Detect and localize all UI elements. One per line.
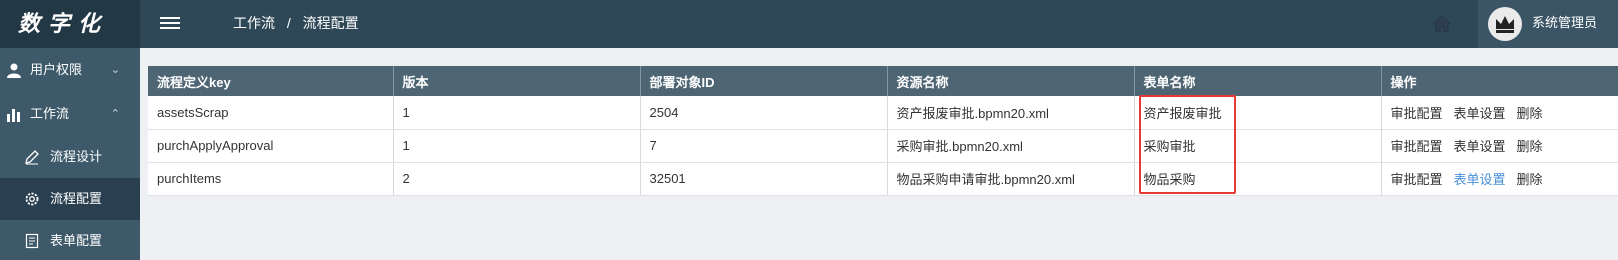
top-bar: 数字化 工作流 / 流程配置 系统管理员 [0, 0, 1618, 48]
pen-icon [25, 150, 39, 165]
avatar [1488, 7, 1522, 41]
column-header-form: 表单名称 [1134, 66, 1382, 96]
cell-key: purchItems [148, 162, 394, 196]
cell-version: 1 [393, 129, 641, 163]
gear-icon [25, 192, 39, 206]
form-settings-link[interactable]: 表单设置 [1454, 172, 1506, 187]
cell-deploy-id: 2504 [640, 96, 888, 130]
column-header-deploy-id: 部署对象ID [640, 66, 888, 96]
sidebar-item-label: 表单配置 [50, 233, 103, 248]
cell-deploy-id: 32501 [640, 162, 888, 196]
bar-chart-icon [7, 109, 20, 122]
chevron-down-icon: ⌄ [110, 64, 120, 76]
form-settings-link[interactable]: 表单设置 [1454, 139, 1506, 154]
breadcrumb-item-current: 流程配置 [302, 15, 359, 31]
cell-form: 资产报废审批 [1134, 96, 1382, 130]
table-row: purchApplyApproval 1 7 采购审批.bpmn20.xml 采… [148, 129, 1618, 163]
cell-version: 1 [393, 96, 641, 130]
table-header-row: 流程定义key 版本 部署对象ID 资源名称 表单名称 操作 [148, 66, 1618, 96]
sidebar-item-label: 用户权限 [30, 62, 83, 77]
main-content: 流程定义key 版本 部署对象ID 资源名称 表单名称 操作 assetsScr… [140, 48, 1618, 260]
process-table-container: 流程定义key 版本 部署对象ID 资源名称 表单名称 操作 assetsScr… [148, 66, 1618, 196]
cell-version: 2 [393, 162, 641, 196]
delete-link[interactable]: 删除 [1517, 106, 1543, 121]
app-logo: 数字化 [0, 0, 140, 48]
user-name: 系统管理员 [1532, 15, 1598, 30]
sidebar-item-label: 工作流 [30, 106, 70, 121]
delete-link[interactable]: 删除 [1517, 139, 1543, 154]
cell-actions: 审批配置 表单设置 删除 [1381, 162, 1618, 196]
sidebar-item-user-permissions[interactable]: 用户权限 ⌄ [0, 48, 140, 92]
cell-resource: 物品采购申请审批.bpmn20.xml [887, 162, 1135, 196]
sidebar-item-label: 流程配置 [50, 191, 103, 206]
breadcrumb-separator: / [286, 15, 291, 31]
sidebar-item-form-config[interactable]: 表单配置 [0, 220, 140, 260]
approval-config-link[interactable]: 审批配置 [1391, 172, 1443, 187]
document-icon [25, 233, 39, 249]
column-header-resource: 资源名称 [887, 66, 1135, 96]
cell-deploy-id: 7 [640, 129, 888, 163]
sidebar: 用户权限 ⌄ 工作流 ⌃ 流程设计 流程配置 表单配置 [0, 48, 140, 260]
breadcrumb-item-workflow[interactable]: 工作流 [233, 15, 275, 31]
cell-key: purchApplyApproval [148, 129, 394, 163]
table-row: assetsScrap 1 2504 资产报废审批.bpmn20.xml 资产报… [148, 96, 1618, 130]
user-icon [7, 63, 21, 78]
column-header-key: 流程定义key [148, 66, 394, 96]
column-header-version: 版本 [393, 66, 641, 96]
cell-resource: 资产报废审批.bpmn20.xml [887, 96, 1135, 130]
cell-resource: 采购审批.bpmn20.xml [887, 129, 1135, 163]
breadcrumb: 工作流 / 流程配置 [233, 0, 359, 48]
cell-actions: 审批配置 表单设置 删除 [1381, 129, 1618, 163]
sidebar-item-process-config[interactable]: 流程配置 [0, 178, 140, 220]
home-icon[interactable] [1430, 12, 1454, 36]
table-row: purchItems 2 32501 物品采购申请审批.bpmn20.xml 物… [148, 162, 1618, 196]
form-settings-link[interactable]: 表单设置 [1454, 106, 1506, 121]
process-table: 流程定义key 版本 部署对象ID 资源名称 表单名称 操作 assetsScr… [148, 66, 1618, 196]
crown-icon [1496, 16, 1514, 33]
cell-key: assetsScrap [148, 96, 394, 130]
sidebar-item-workflow[interactable]: 工作流 ⌃ [0, 92, 140, 136]
cell-form: 采购审批 [1134, 129, 1382, 163]
sidebar-item-label: 流程设计 [50, 149, 103, 164]
column-header-actions: 操作 [1381, 66, 1618, 96]
chevron-up-icon: ⌃ [110, 108, 120, 120]
delete-link[interactable]: 删除 [1517, 172, 1543, 187]
cell-form: 物品采购 [1134, 162, 1382, 196]
approval-config-link[interactable]: 审批配置 [1391, 139, 1443, 154]
approval-config-link[interactable]: 审批配置 [1391, 106, 1443, 121]
cell-actions: 审批配置 表单设置 删除 [1381, 96, 1618, 130]
sidebar-item-process-design[interactable]: 流程设计 [0, 136, 140, 178]
menu-toggle-icon[interactable] [160, 14, 180, 34]
user-menu[interactable]: 系统管理员 [1478, 0, 1618, 48]
